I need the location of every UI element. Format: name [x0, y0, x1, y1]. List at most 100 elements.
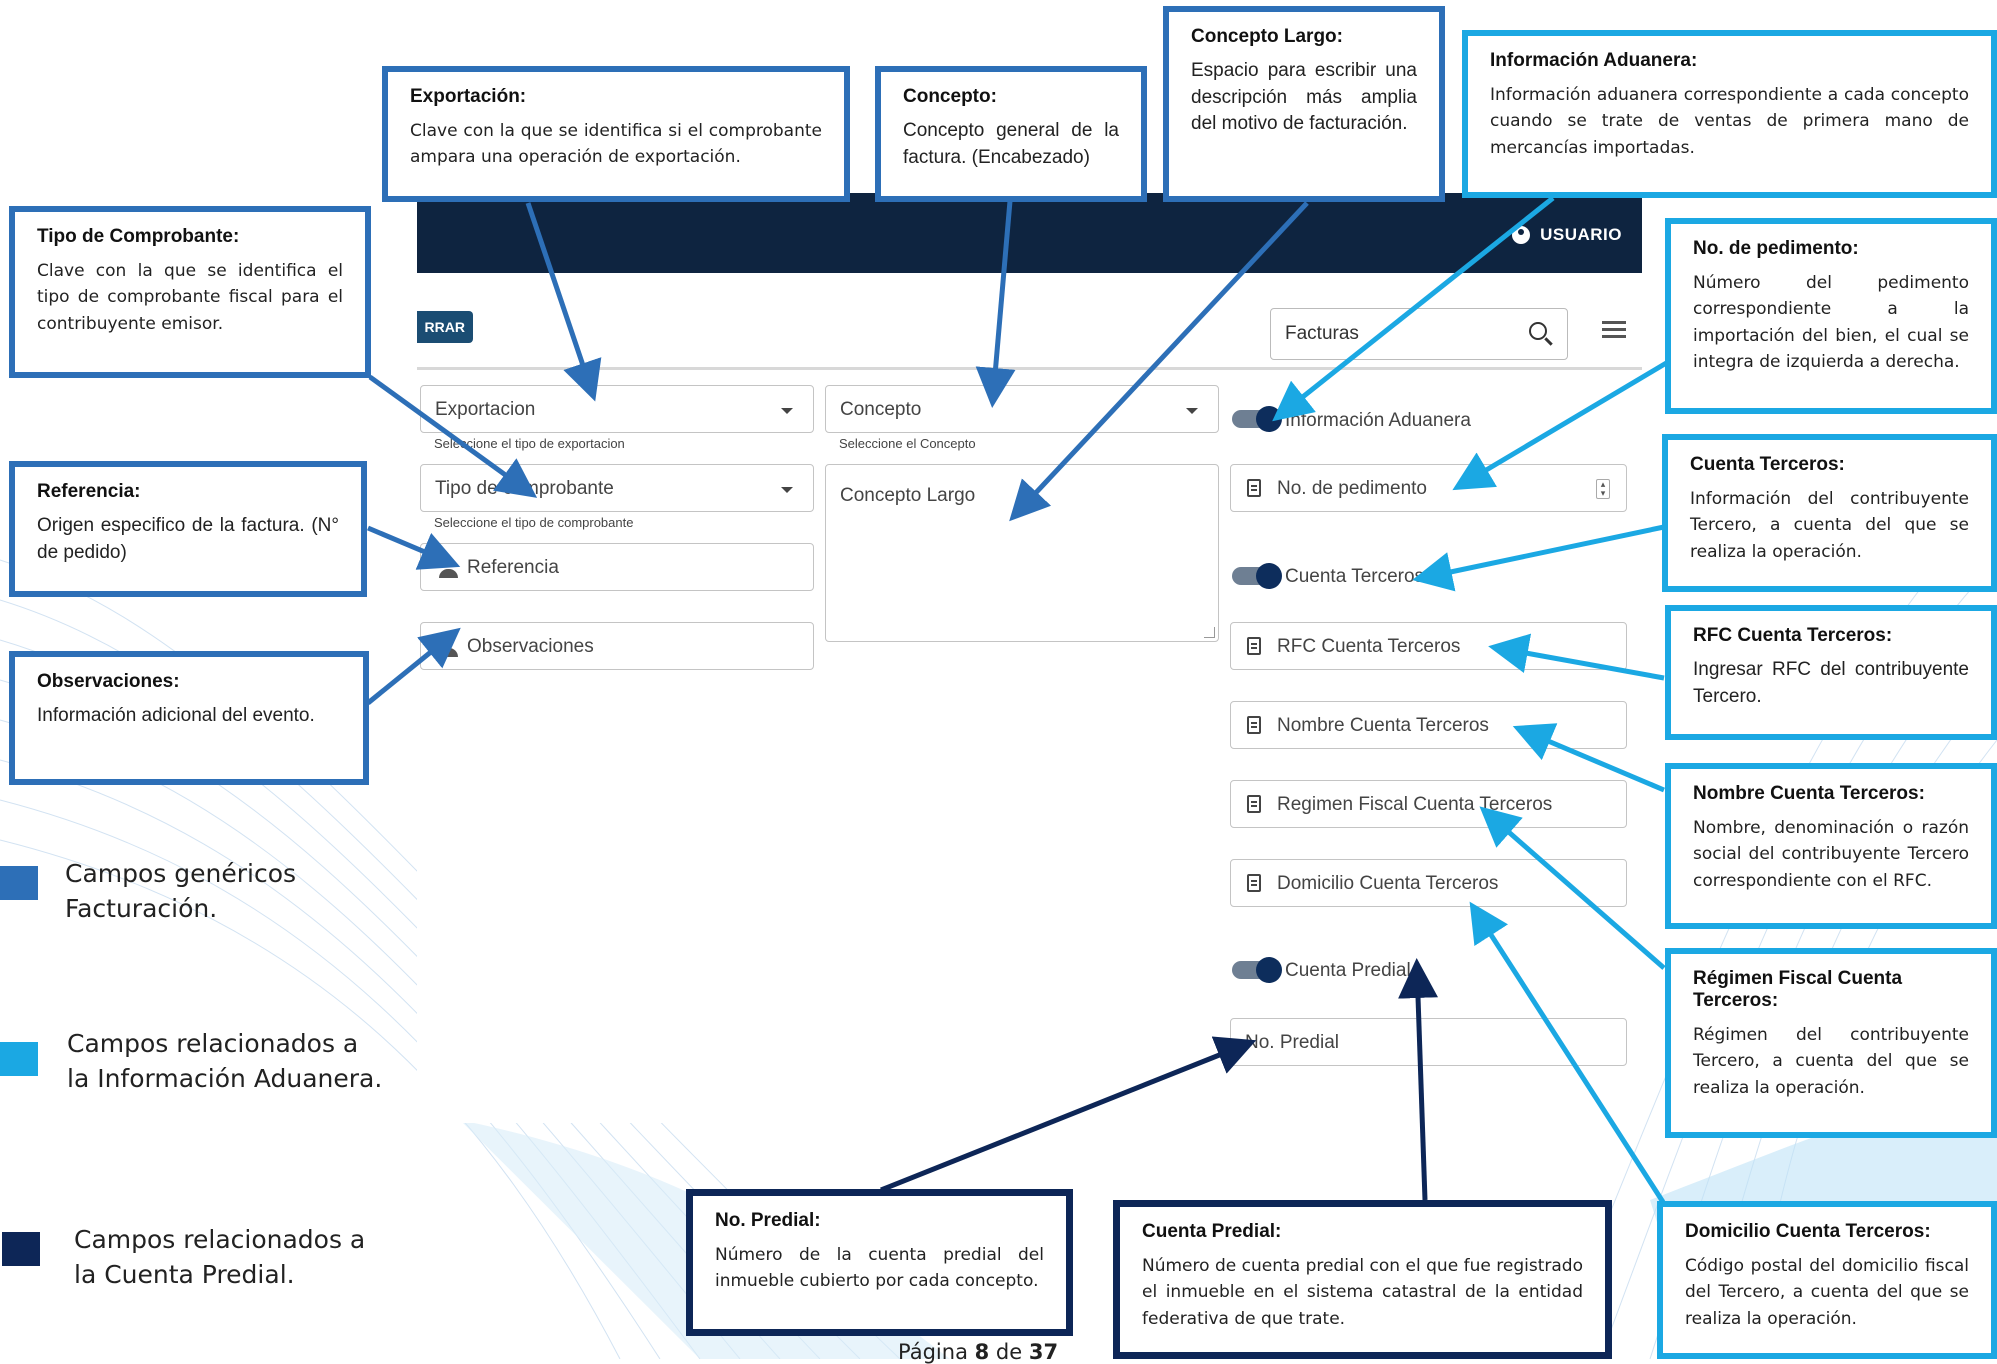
callout-nombre-cuenta-terceros: Nombre Cuenta Terceros: Nombre, denomina… — [1665, 763, 1997, 929]
chevron-down-icon — [1186, 408, 1198, 414]
concepto-largo-label: Concepto Largo — [840, 485, 976, 506]
tipo-comprobante-select[interactable]: Tipo de comprobante — [420, 464, 814, 512]
regimen-fiscal-cuenta-terceros-field[interactable]: Regimen Fiscal Cuenta Terceros — [1230, 780, 1627, 828]
no-pedimento-field[interactable]: No. de pedimento ▴ ▾ — [1230, 464, 1627, 512]
search-icon[interactable] — [1529, 322, 1547, 340]
callout-no-predial: No. Predial: Número de la cuenta predial… — [686, 1189, 1073, 1336]
callout-text: Régimen del contribuyente Tercero, a cue… — [1693, 1025, 1969, 1098]
callout-text: Clave con la que se identifica si el com… — [410, 121, 822, 168]
callout-text: Información aduanera correspondiente a c… — [1490, 85, 1969, 158]
callout-title: Referencia: — [37, 481, 141, 502]
callout-title: RFC Cuenta Terceros: — [1693, 625, 1893, 646]
chevron-down-icon — [781, 487, 793, 493]
rfc-cuenta-terceros-label: RFC Cuenta Terceros — [1277, 636, 1461, 657]
concepto-select[interactable]: Concepto — [825, 385, 1219, 433]
callout-title: No. Predial: — [715, 1210, 821, 1231]
search-input[interactable]: Facturas — [1270, 308, 1568, 360]
user-label: USUARIO — [1540, 225, 1622, 244]
callout-text: Información adicional del evento. — [37, 705, 315, 726]
callout-observaciones: Observaciones: Información adicional del… — [9, 651, 369, 785]
document-icon — [1247, 795, 1261, 813]
callout-title: No. de pedimento: — [1693, 238, 1859, 259]
person-icon — [439, 558, 459, 578]
document-icon — [1247, 716, 1261, 734]
legend-swatch-generic — [0, 866, 38, 900]
cuenta-terceros-toggle-label: Cuenta Terceros — [1285, 566, 1425, 587]
callout-text: Concepto general de la factura. (Encabez… — [903, 120, 1119, 168]
callout-referencia: Referencia: Origen especifico de la fact… — [9, 461, 367, 597]
callout-regimen-fiscal: Régimen Fiscal Cuenta Terceros: Régimen … — [1665, 948, 1997, 1138]
resize-handle-icon[interactable] — [1204, 627, 1215, 638]
app-bar: USUARIO — [417, 193, 1642, 273]
chevron-down-icon — [781, 408, 793, 414]
callout-exportacion: Exportación: Clave con la que se identif… — [382, 66, 850, 202]
page-sep: de — [989, 1340, 1029, 1364]
legend-swatch-predial — [2, 1232, 40, 1266]
document-icon — [1247, 637, 1261, 655]
callout-title: Concepto Largo: — [1191, 26, 1343, 47]
domicilio-cuenta-terceros-field[interactable]: Domicilio Cuenta Terceros — [1230, 859, 1627, 907]
hamburger-menu-icon[interactable] — [1602, 321, 1626, 338]
legend-swatch-aduanera — [0, 1042, 38, 1076]
callout-title: Cuenta Terceros: — [1690, 454, 1845, 475]
nombre-cuenta-terceros-field[interactable]: Nombre Cuenta Terceros — [1230, 701, 1627, 749]
callout-title: Cuenta Predial: — [1142, 1221, 1282, 1242]
page-number: Página 8 de 37 — [898, 1340, 1058, 1364]
page-prefix: Página — [898, 1340, 975, 1364]
no-pedimento-label: No. de pedimento — [1277, 478, 1427, 499]
regimen-fiscal-cuenta-terceros-label: Regimen Fiscal Cuenta Terceros — [1277, 794, 1553, 815]
callout-text: Información del contribuyente Tercero, a… — [1690, 489, 1969, 562]
exportacion-label: Exportacion — [435, 399, 536, 420]
callout-text: Código postal del domicilio fiscal del T… — [1685, 1256, 1969, 1329]
user-menu[interactable]: USUARIO — [1512, 225, 1622, 245]
exportacion-helper: Seleccione el tipo de exportacion — [434, 436, 625, 451]
cuenta-predial-toggle-label: Cuenta Predial — [1285, 960, 1411, 981]
tipo-comprobante-helper: Seleccione el tipo de comprobante — [434, 515, 634, 530]
callout-concepto: Concepto: Concepto general de la factura… — [875, 66, 1147, 202]
callout-rfc-cuenta-terceros: RFC Cuenta Terceros: Ingresar RFC del co… — [1665, 605, 1997, 740]
search-value: Facturas — [1285, 323, 1359, 344]
app-screenshot: USUARIO RRAR Facturas Exportacion Selecc… — [417, 193, 1642, 1123]
info-aduanera-toggle[interactable] — [1232, 406, 1282, 432]
callout-title: Régimen Fiscal Cuenta Terceros: — [1693, 968, 1903, 1011]
close-button[interactable]: RRAR — [417, 311, 473, 343]
document-icon — [1247, 479, 1261, 497]
nombre-cuenta-terceros-label: Nombre Cuenta Terceros — [1277, 715, 1489, 736]
callout-text: Nombre, denominación o razón social del … — [1693, 818, 1969, 891]
page-current: 8 — [974, 1340, 990, 1364]
callout-title: Nombre Cuenta Terceros: — [1693, 783, 1925, 804]
legend-label-generic: Campos genéricos Facturación. — [65, 859, 297, 923]
referencia-field[interactable]: Referencia — [420, 543, 814, 591]
concepto-label: Concepto — [840, 399, 922, 420]
no-predial-field[interactable]: No. Predial — [1230, 1018, 1627, 1066]
no-predial-label: No. Predial — [1245, 1032, 1339, 1053]
callout-domicilio-cuenta-terceros: Domicilio Cuenta Terceros: Código postal… — [1657, 1201, 1997, 1359]
cuenta-terceros-toggle[interactable] — [1232, 563, 1282, 589]
spinner-arrows-icon[interactable]: ▴ ▾ — [1596, 479, 1610, 499]
observaciones-field[interactable]: Observaciones — [420, 622, 814, 670]
legend-label-predial: Campos relacionados a la Cuenta Predial. — [74, 1225, 366, 1289]
callout-title: Concepto: — [903, 86, 997, 107]
cuenta-predial-toggle[interactable] — [1232, 957, 1282, 983]
rfc-cuenta-terceros-field[interactable]: RFC Cuenta Terceros — [1230, 622, 1627, 670]
callout-tipo-comprobante: Tipo de Comprobante: Clave con la que se… — [9, 206, 371, 378]
observaciones-label: Observaciones — [467, 636, 594, 657]
callout-text: Número del pedimento correspondiente a l… — [1693, 273, 1969, 373]
document-icon — [1247, 874, 1261, 892]
concepto-largo-textarea[interactable]: Concepto Largo — [825, 464, 1219, 642]
callout-text: Origen especifico de la factura. (N° de … — [37, 515, 339, 563]
callout-text: Espacio para escribir una descripción má… — [1191, 60, 1417, 135]
callout-title: Información Aduanera: — [1490, 50, 1698, 71]
info-aduanera-toggle-label: Información Aduanera — [1285, 410, 1471, 431]
exportacion-select[interactable]: Exportacion — [420, 385, 814, 433]
user-icon — [1512, 226, 1531, 244]
page-total: 37 — [1028, 1340, 1059, 1364]
callout-text: Ingresar RFC del contribuyente Tercero. — [1693, 659, 1969, 707]
callout-title: Exportación: — [410, 86, 527, 107]
referencia-label: Referencia — [467, 557, 559, 578]
callout-title: Domicilio Cuenta Terceros: — [1685, 1221, 1931, 1242]
callout-title: Observaciones: — [37, 671, 180, 692]
callout-title: Tipo de Comprobante: — [37, 226, 240, 247]
domicilio-cuenta-terceros-label: Domicilio Cuenta Terceros — [1277, 873, 1499, 894]
person-icon — [439, 637, 459, 657]
